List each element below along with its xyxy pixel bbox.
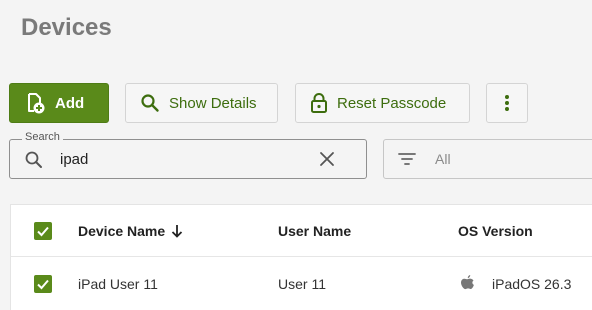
reset-passcode-button[interactable]: Reset Passcode [295,83,470,123]
kebab-menu-icon [504,93,510,113]
filter-value: All [435,151,451,167]
table-header-row: Device Name User Name OS Version [11,205,592,257]
os-version-label: iPadOS 26.3 [492,276,572,292]
more-actions-button[interactable] [486,83,528,123]
user-name-cell: User 11 [278,276,326,292]
column-header-user-name[interactable]: User Name [278,205,351,256]
search-icon [24,150,44,175]
add-button-label: Add [55,94,85,112]
filter-icon [398,152,416,171]
show-details-label: Show Details [169,94,257,112]
os-version-cell: iPadOS 26.3 [458,257,571,310]
filter-dropdown[interactable]: All [383,139,592,179]
search-label: Search [22,131,63,143]
column-header-device-name[interactable]: Device Name [78,205,183,256]
devices-table: Device Name User Name OS Version iPad Us… [10,204,592,310]
add-device-icon [24,92,46,114]
clear-search-icon[interactable] [319,151,335,172]
reset-passcode-label: Reset Passcode [337,94,447,112]
column-header-label: OS Version [458,222,533,239]
page-title: Devices [21,14,112,41]
search-field[interactable]: Search [9,131,367,179]
show-details-button[interactable]: Show Details [125,83,278,123]
device-name-cell[interactable]: iPad User 11 [78,257,158,310]
apple-icon [458,274,476,294]
checkmark-icon [37,279,49,290]
lock-icon [310,92,328,114]
row-checkbox[interactable] [34,275,52,293]
search-input[interactable] [60,148,300,170]
search-icon [140,93,160,113]
add-button[interactable]: Add [9,83,109,123]
select-all-cell [34,205,52,256]
column-header-os-version[interactable]: OS Version [458,205,533,256]
row-select-cell [34,257,52,310]
table-row[interactable]: iPad User 11 User 11 iPadOS 26.3 [11,257,592,310]
column-header-label: User Name [278,222,352,239]
checkmark-icon [37,226,49,236]
select-all-checkbox[interactable] [34,221,52,240]
sort-arrow-down-icon [171,224,183,238]
column-header-label: Device Name [78,222,166,239]
